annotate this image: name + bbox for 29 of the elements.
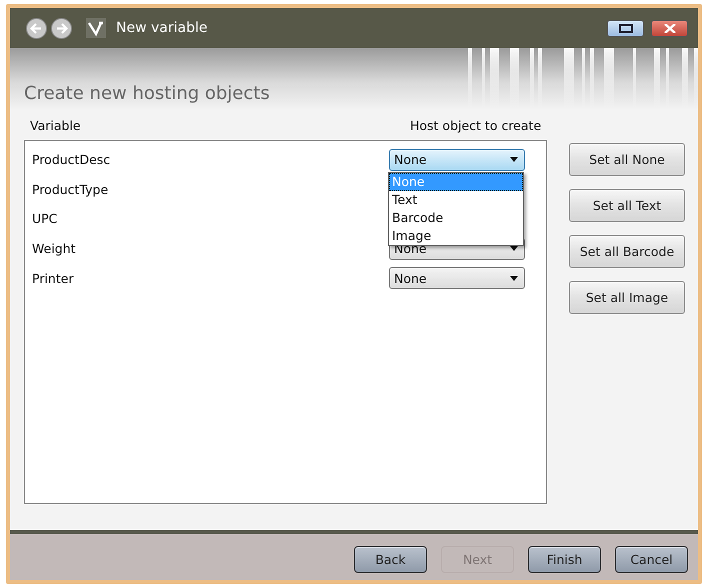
variable-name: Weight [32,241,77,256]
wizard-button[interactable]: Cancel [615,546,688,572]
dropdown-option[interactable]: Barcode [389,209,523,227]
variable-name: UPC [32,211,58,226]
caret-icon [510,276,518,281]
window-title: New variable [116,20,208,36]
column-header: Host object to create [410,118,542,135]
set-all-button[interactable]: Set all None [569,143,685,176]
maximize-button[interactable] [607,20,644,36]
wizard-button[interactable]: Finish [528,546,601,572]
restore-icon [618,24,632,32]
forward-icon[interactable] [51,18,72,38]
close-button[interactable] [651,20,688,36]
back-icon[interactable] [26,18,47,38]
set-all-button[interactable]: Set all Barcode [569,235,685,268]
host-object-dropdown[interactable]: None [389,148,525,171]
caret-icon [510,157,518,162]
wizard-button[interactable]: Back [354,546,427,572]
column-header: Variable [30,118,82,135]
dropdown-option[interactable]: Text [389,191,523,209]
page-heading: Create new hosting objects [24,83,270,104]
logo-icon [86,18,106,38]
variable-name: ProductType [32,182,110,197]
host-object-dropdown[interactable]: None [389,267,525,290]
close-icon [664,24,676,32]
variable-name: ProductDesc [32,152,112,168]
set-all-button[interactable]: Set all Image [569,281,685,314]
set-all-button[interactable]: Set all Text [569,189,685,222]
variable-name: Printer [32,270,75,286]
